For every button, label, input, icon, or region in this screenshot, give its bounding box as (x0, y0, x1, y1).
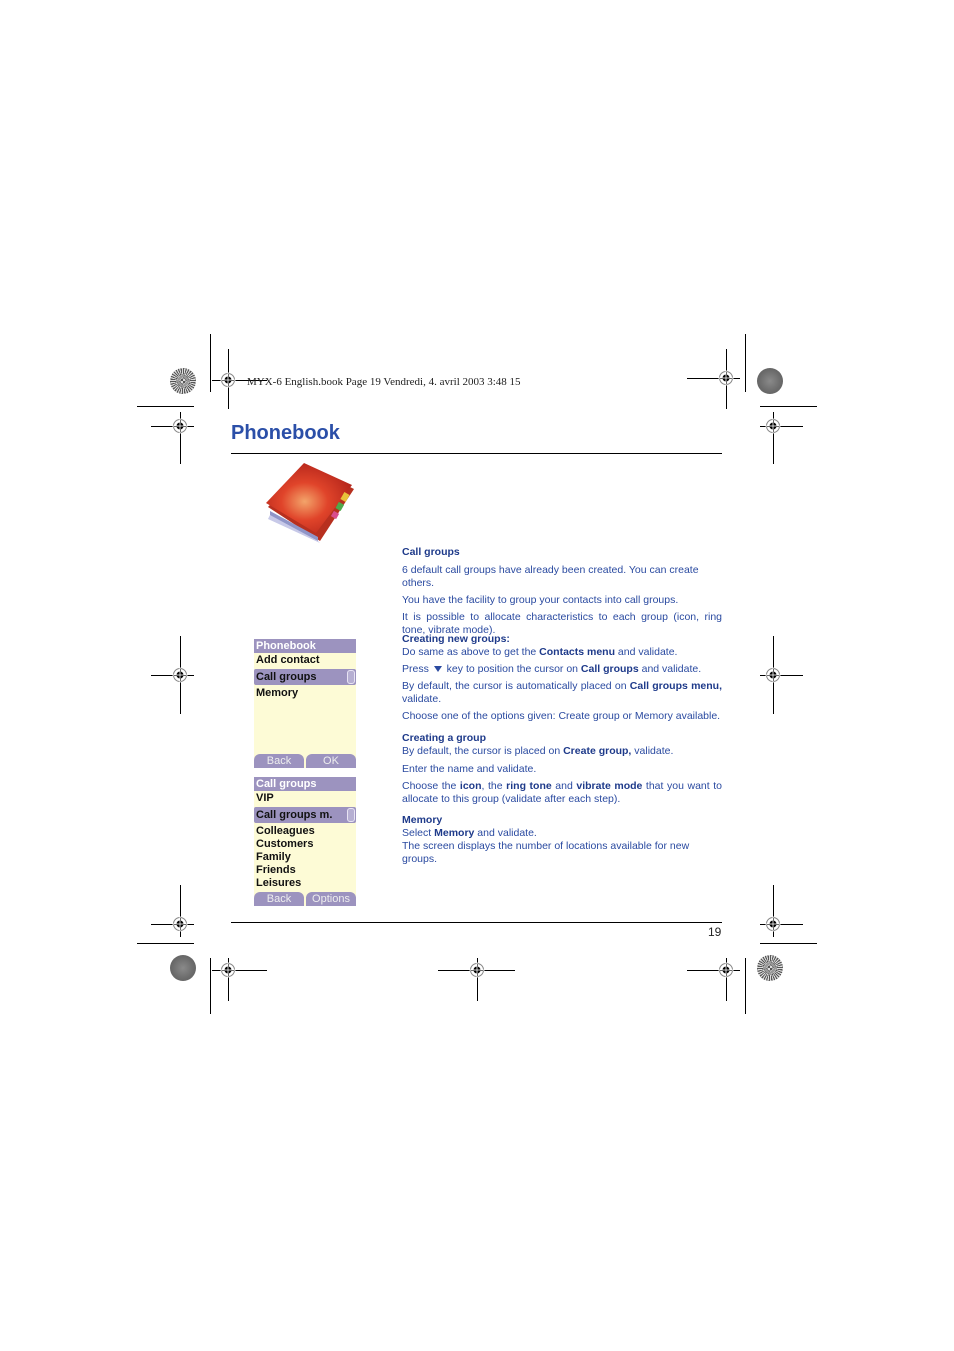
paragraph: Press key to position the cursor on Call… (402, 663, 702, 675)
registration-target-icon (718, 962, 734, 978)
phone-screen-call-groups: Call groups VIP Call groups m. Colleague… (254, 777, 356, 906)
options-softkey[interactable]: Options (306, 892, 356, 906)
section-heading: Call groups (402, 546, 460, 558)
softkey-bar: Back Options (254, 892, 356, 906)
crop-line (210, 958, 211, 1014)
menu-item-vip[interactable]: VIP (254, 792, 356, 805)
registration-rosette-icon (757, 955, 783, 981)
screen-title: Call groups (254, 777, 356, 791)
scroll-arrows-icon (347, 670, 355, 684)
crop-line (137, 943, 194, 944)
section-heading: Creating new groups: (402, 633, 510, 645)
phone-screen-phonebook: Phonebook Add contact Call groups Memory… (254, 639, 356, 768)
footer-divider (231, 922, 722, 923)
registration-target-icon (469, 962, 485, 978)
menu-item-call-groups-menu[interactable]: Call groups m. (254, 807, 356, 823)
registration-target-icon (718, 370, 734, 386)
section-heading: Creating a group (402, 732, 487, 744)
book-header: MYX-6 English.book Page 19 Vendredi, 4. … (247, 376, 521, 388)
menu-item-add-contact[interactable]: Add contact (254, 654, 356, 667)
crop-line (210, 334, 211, 392)
registration-target-icon (220, 962, 236, 978)
paragraph: 6 default call groups have already been … (402, 564, 699, 589)
menu-item-friends[interactable]: Friends (254, 864, 356, 877)
scroll-arrows-icon (347, 808, 355, 822)
paragraph: Do same as above to get the Contacts men… (402, 646, 678, 658)
ok-softkey[interactable]: OK (306, 754, 356, 768)
registration-target-icon (765, 667, 781, 683)
registration-target-icon (172, 667, 188, 683)
registration-target-icon (765, 916, 781, 932)
registration-target-icon (765, 418, 781, 434)
title-divider (231, 453, 722, 454)
phonebook-icon (266, 463, 354, 543)
section-heading: Memory (402, 814, 443, 826)
section-call-groups: Call groups 6 default call groups have a… (402, 546, 722, 637)
registration-target-icon (172, 418, 188, 434)
crop-line (760, 943, 817, 944)
paragraph: Enter the name and validate. (402, 763, 537, 775)
section-creating-new-groups: Creating new groups: Do same as above to… (402, 633, 722, 723)
paragraph: By default, the cursor is placed on Crea… (402, 745, 674, 757)
section-memory: Memory Select Memory and validate. The s… (402, 814, 722, 866)
crop-line (745, 334, 746, 392)
crop-line (745, 958, 746, 1014)
paragraph: You have the facility to group your cont… (402, 594, 679, 606)
back-softkey[interactable]: Back (254, 754, 304, 768)
registration-rosette-icon (170, 368, 196, 394)
registration-target-icon (220, 372, 236, 388)
registration-target-icon (172, 916, 188, 932)
menu-item-memory[interactable]: Memory (254, 687, 356, 700)
menu-item-leisures[interactable]: Leisures (254, 877, 356, 890)
paragraph: Choose one of the options given: Create … (402, 710, 721, 722)
softkey-bar: Back OK (254, 754, 356, 768)
down-arrow-key-icon (433, 666, 442, 673)
crop-line (760, 406, 817, 407)
page-number: 19 (708, 925, 722, 939)
registration-rosette-icon (757, 368, 783, 394)
paragraph: The screen displays the number of locati… (402, 840, 690, 865)
screen-title: Phonebook (254, 639, 356, 653)
paragraph: By default, the cursor is automatically … (402, 680, 722, 705)
back-softkey[interactable]: Back (254, 892, 304, 906)
menu-item-label: Call groups m. (256, 809, 333, 821)
menu-item-call-groups[interactable]: Call groups (254, 669, 356, 685)
section-creating-a-group: Creating a group By default, the cursor … (402, 732, 722, 806)
paragraph: Select Memory and validate. (402, 827, 537, 839)
paragraph: Choose the icon, the ring tone and vibra… (402, 780, 722, 805)
page-title: Phonebook (231, 422, 340, 444)
menu-item-label: Call groups (256, 671, 317, 683)
crop-line (137, 406, 194, 407)
menu-item-customers[interactable]: Customers (254, 838, 356, 851)
registration-rosette-icon (170, 955, 196, 981)
menu-item-colleagues[interactable]: Colleagues (254, 825, 356, 838)
menu-item-family[interactable]: Family (254, 851, 356, 864)
